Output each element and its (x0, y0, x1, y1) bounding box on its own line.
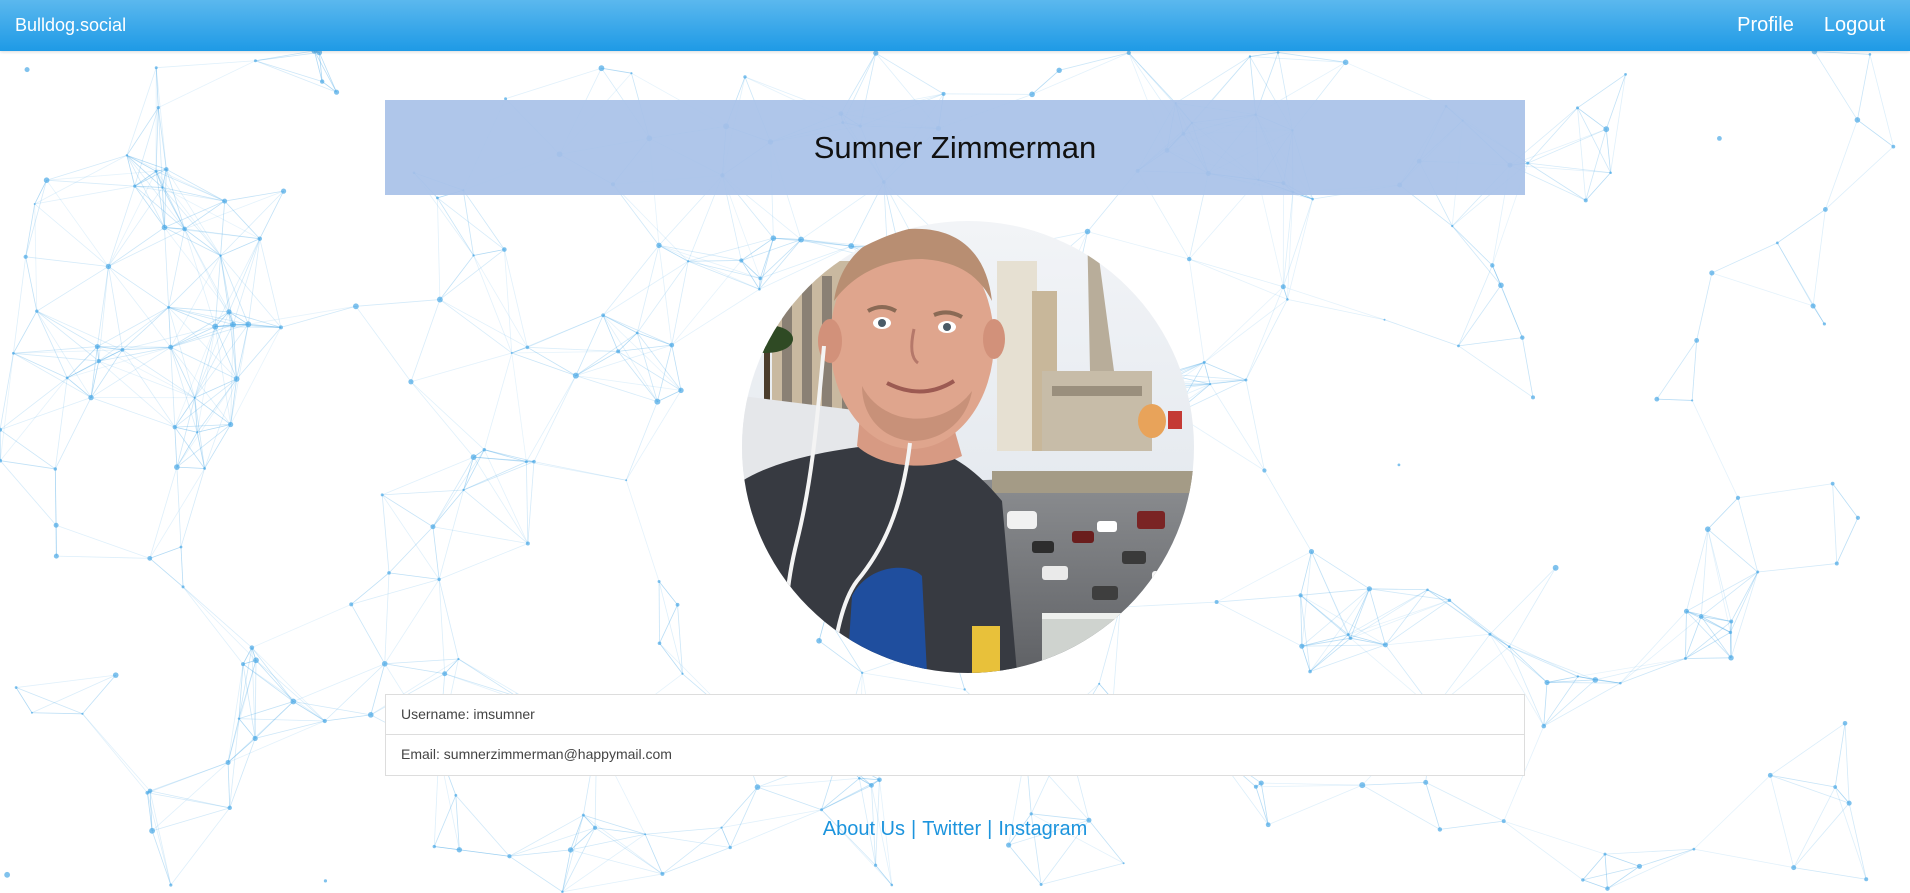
avatar-photo (742, 221, 1194, 673)
top-navbar: Bulldog.social Profile Logout (0, 0, 1910, 51)
about-us-link[interactable]: About Us (823, 818, 905, 840)
profile-name: Sumner Zimmerman (813, 129, 1097, 165)
nav-links: Profile Logout (1707, 0, 1885, 51)
brand-link[interactable]: Bulldog.social (15, 0, 126, 51)
profile-info-list: Username: imsumner Email: sumnerzimmerma… (385, 694, 1525, 776)
footer-links: About Us | Twitter | Instagram (0, 818, 1910, 841)
profile-name-banner: Sumner Zimmerman (385, 100, 1525, 195)
username-item: Username: imsumner (385, 694, 1525, 735)
footer-separator: | (911, 818, 917, 840)
nav-profile-link[interactable]: Profile (1737, 14, 1794, 37)
instagram-link[interactable]: Instagram (998, 818, 1087, 840)
nav-logout-link[interactable]: Logout (1824, 14, 1885, 37)
profile-avatar (742, 221, 1194, 673)
email-item: Email: sumnerzimmerman@happymail.com (385, 735, 1525, 776)
footer-separator: | (987, 818, 993, 840)
twitter-link[interactable]: Twitter (922, 818, 981, 840)
